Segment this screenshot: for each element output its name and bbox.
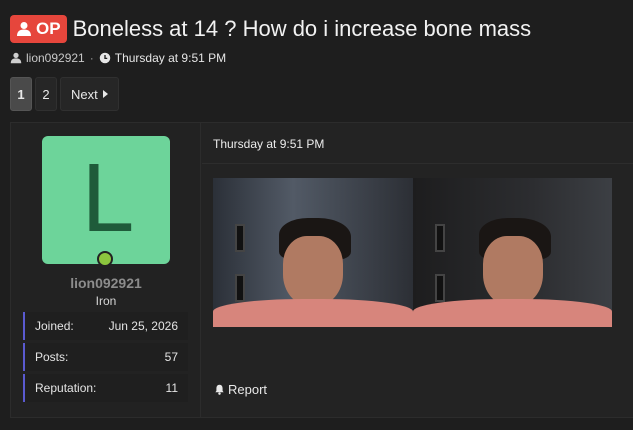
- stat-value: Jun 25, 2026: [108, 319, 178, 333]
- thread-meta: lion092921 · Thursday at 9:51 PM: [10, 50, 226, 66]
- stat-label: Reputation:: [35, 381, 97, 395]
- username-link[interactable]: lion092921: [11, 275, 201, 291]
- report-label: Report: [228, 382, 268, 397]
- thread-title: Boneless at 14 ? How do i increase bone …: [72, 16, 532, 41]
- online-indicator: [97, 251, 113, 267]
- divider: [202, 163, 633, 164]
- next-label: Next: [71, 86, 98, 102]
- post-message: Thursday at 9:51 PM Report: [202, 123, 633, 417]
- pagination: 1 2 Next: [10, 77, 119, 111]
- op-badge-label: OP: [36, 19, 61, 38]
- bell-icon: [215, 384, 224, 395]
- caret-right-icon: [102, 90, 108, 98]
- stat-joined: Joined: Jun 25, 2026: [23, 312, 188, 340]
- thread-header: OP Boneless at 14 ? How do i increase bo…: [10, 14, 531, 44]
- page-2-button[interactable]: 2: [35, 77, 57, 111]
- attached-photo[interactable]: [213, 178, 612, 327]
- post-date-link[interactable]: Thursday at 9:51 PM: [213, 137, 324, 151]
- stat-value: 57: [164, 350, 178, 364]
- user-title: Iron: [95, 294, 117, 308]
- stat-value: 11: [165, 381, 178, 395]
- stat-posts: Posts: 57: [23, 343, 188, 371]
- avatar-letter: L: [80, 146, 132, 253]
- photo-left-half: [213, 178, 413, 327]
- post-user-panel: L lion092921 Iron Joined: Jun 25, 2026 P…: [11, 123, 201, 417]
- user-icon: [10, 52, 22, 64]
- page-1-button[interactable]: 1: [10, 77, 32, 111]
- stat-label: Posts:: [35, 350, 69, 364]
- thread-date-link[interactable]: Thursday at 9:51 PM: [115, 51, 226, 65]
- user-icon: [17, 22, 31, 36]
- photo-right-half: [412, 178, 612, 327]
- avatar[interactable]: L: [42, 136, 170, 264]
- stat-reputation: Reputation: 11: [23, 374, 188, 402]
- meta-separator: ·: [89, 51, 94, 65]
- op-badge: OP: [10, 15, 67, 43]
- post: L lion092921 Iron Joined: Jun 25, 2026 P…: [10, 122, 633, 418]
- next-page-button[interactable]: Next: [60, 77, 119, 111]
- thread-author-link[interactable]: lion092921: [26, 51, 85, 65]
- clock-icon: [99, 52, 110, 64]
- stat-label: Joined:: [35, 319, 74, 333]
- report-link[interactable]: Report: [214, 382, 267, 397]
